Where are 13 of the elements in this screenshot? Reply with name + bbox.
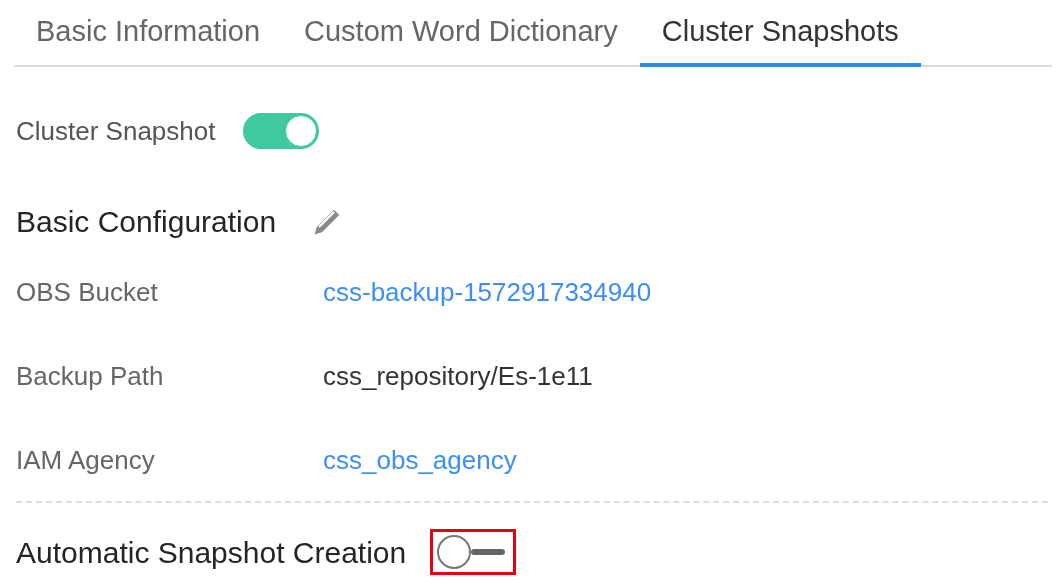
tab[interactable]: Cluster Snapshots <box>639 0 921 67</box>
field-value: css_repository/Es-1e11 <box>323 359 593 393</box>
field-link[interactable]: css-backup-1572917334940 <box>323 272 652 312</box>
field-link[interactable]: css_obs_agency <box>323 440 517 480</box>
tab[interactable]: Custom Word Dictionary <box>282 0 640 67</box>
section-title: Basic Configuration <box>16 203 277 240</box>
setting-label: Automatic Snapshot Creation <box>16 534 407 571</box>
setting-label: Cluster Snapshot <box>16 114 216 148</box>
toggle-switch[interactable] <box>243 113 320 149</box>
field-label: Backup Path <box>16 359 165 393</box>
field-label: IAM Agency <box>16 443 156 477</box>
field-label: OBS Bucket <box>16 275 159 309</box>
tab[interactable]: Basic Information <box>14 0 283 67</box>
